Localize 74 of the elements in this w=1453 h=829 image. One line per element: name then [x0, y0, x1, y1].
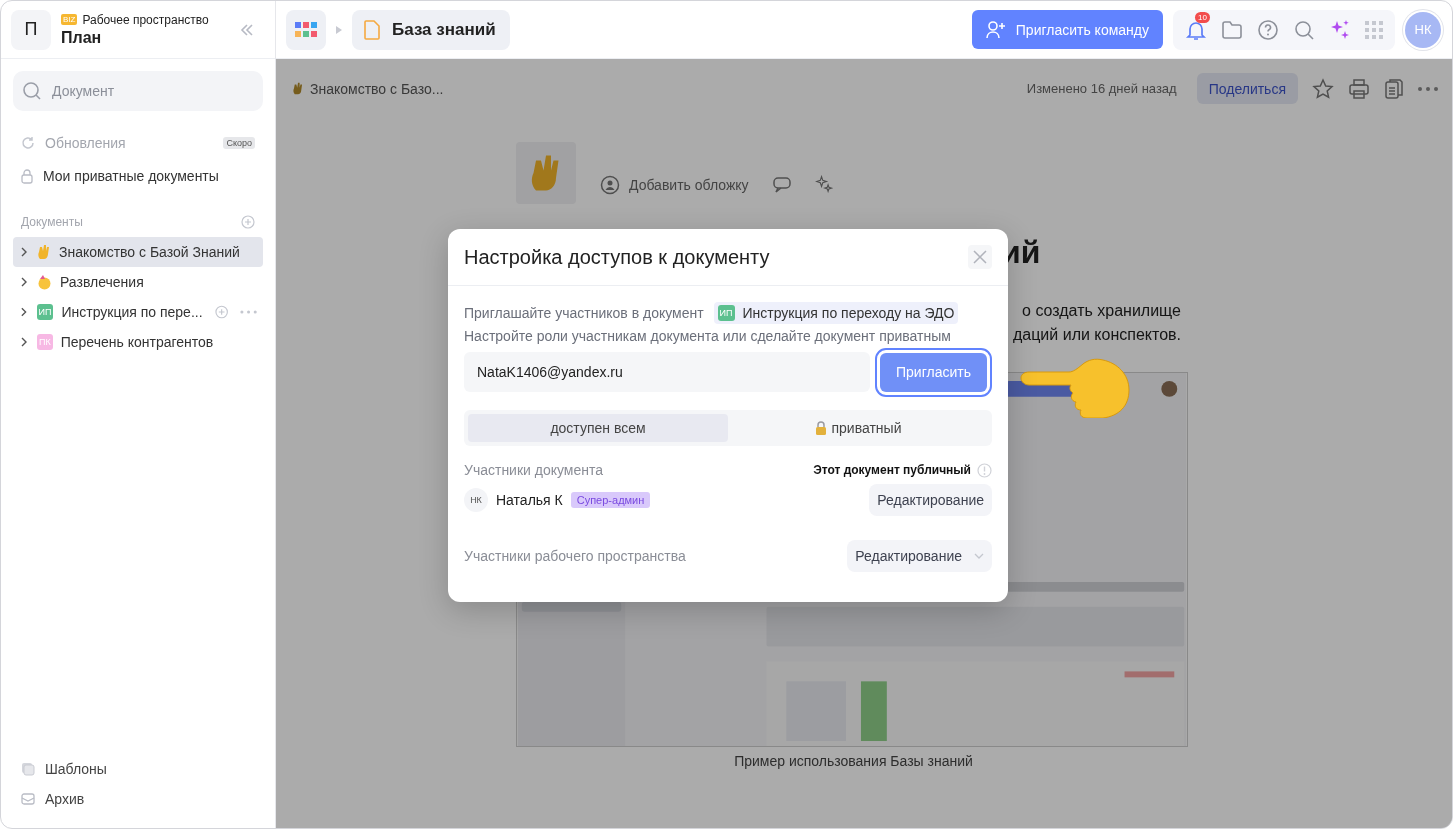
permission-dropdown[interactable]: Редактирование: [847, 540, 992, 572]
workspace-name: План: [61, 28, 103, 47]
close-icon: [973, 250, 987, 264]
apps-icon: [295, 21, 317, 38]
more-icon[interactable]: [1418, 86, 1438, 91]
public-note: Этот документ публичный: [813, 463, 971, 477]
collapse-icon[interactable]: [239, 21, 255, 38]
lock-icon: [814, 421, 827, 435]
sidebar-item[interactable]: Шаблоны: [13, 754, 263, 784]
paragraph-text: о создать хранилище: [1022, 301, 1181, 321]
plan-badge: BIZ: [61, 14, 78, 25]
sparkles-icon[interactable]: [814, 175, 833, 193]
permission-button[interactable]: Редактирование: [869, 484, 992, 516]
modified-text: Изменено 16 дней назад: [1026, 81, 1177, 96]
chevron-icon[interactable]: [19, 247, 29, 257]
chevron-icon[interactable]: [19, 277, 29, 287]
role-badge: Супер-админ: [570, 492, 651, 508]
add-cover-button[interactable]: Добавить обложку: [600, 175, 749, 204]
chevron-icon[interactable]: [19, 337, 29, 347]
pointing-hand-icon: [1019, 356, 1131, 418]
workspace-avatar[interactable]: П: [11, 9, 51, 50]
lock-icon: [21, 168, 33, 184]
sidebar-item[interactable]: Архив: [13, 784, 263, 814]
member-name: Наталья К: [496, 492, 563, 508]
print-icon[interactable]: [1348, 77, 1370, 100]
chevron-down-icon: [974, 553, 984, 559]
close-button[interactable]: [968, 245, 992, 269]
breadcrumb-button[interactable]: База знаний: [352, 9, 510, 50]
help-icon[interactable]: [1257, 18, 1279, 41]
search-icon: [22, 81, 42, 101]
document-item[interactable]: ПК Перечень контрагентов: [13, 327, 263, 357]
document-initials: ПК: [37, 334, 53, 350]
folder-icon[interactable]: [1221, 19, 1243, 40]
hint-text: Настройте роли участникам документа или сделайте документ приватным: [464, 328, 952, 344]
document-initials: ИП: [36, 304, 54, 320]
templates-icon: [21, 762, 35, 776]
hand-icon: [292, 82, 304, 95]
dialog-title: Настройка доступов к документу: [464, 245, 770, 269]
email-field[interactable]: NataK1406@yandex.ru: [464, 352, 870, 392]
invite-text: Приглашайте участников в документ: [464, 305, 704, 321]
workspace-label: Рабочее пространство: [82, 12, 209, 27]
star-icon[interactable]: [1312, 77, 1334, 100]
document-item[interactable]: Знакомство с Базой Знаний: [13, 237, 263, 267]
chevron-icon[interactable]: [19, 307, 29, 317]
copy-icon[interactable]: [1384, 77, 1404, 100]
private-docs-item[interactable]: Мои приватные документы: [13, 162, 263, 190]
party-face-icon: [37, 274, 52, 290]
breadcrumb-arrow-icon: [336, 25, 342, 34]
document-item[interactable]: Развлечения: [13, 267, 263, 297]
access-tab[interactable]: приватный: [728, 414, 988, 442]
document-item[interactable]: ИП Инструкция по пере...: [13, 297, 263, 327]
document-icon: [364, 19, 380, 40]
share-button[interactable]: Поделиться: [1196, 73, 1298, 104]
document-chip: ИП Инструкция по переходу на ЭДО: [713, 302, 959, 324]
soon-badge: Скоро: [223, 137, 255, 149]
section-title: Документы: [21, 215, 83, 229]
notification-count: 10: [1195, 11, 1210, 23]
search-icon[interactable]: [1293, 18, 1315, 41]
inbox-icon: [21, 793, 35, 805]
apps-button[interactable]: [286, 9, 326, 50]
workspace-members-label: Участники рабочего пространства: [464, 548, 686, 564]
user-circle-icon: [600, 175, 620, 195]
hand-icon: [37, 244, 51, 260]
document-initials: ИП: [717, 305, 735, 321]
document-breadcrumb[interactable]: Знакомство с Базо...: [292, 80, 444, 97]
add-user-icon: [985, 20, 1006, 39]
access-tab[interactable]: доступен всем: [468, 414, 728, 442]
paragraph-text: даций или конспектов.: [1012, 325, 1181, 345]
member-avatar: НК: [464, 488, 488, 512]
comments-icon[interactable]: [772, 177, 791, 193]
image-caption: Пример использования Базы знаний: [734, 753, 973, 769]
members-title: Участники документа: [464, 462, 604, 478]
refresh-icon: [21, 136, 35, 150]
search-field[interactable]: Документ: [13, 71, 263, 111]
